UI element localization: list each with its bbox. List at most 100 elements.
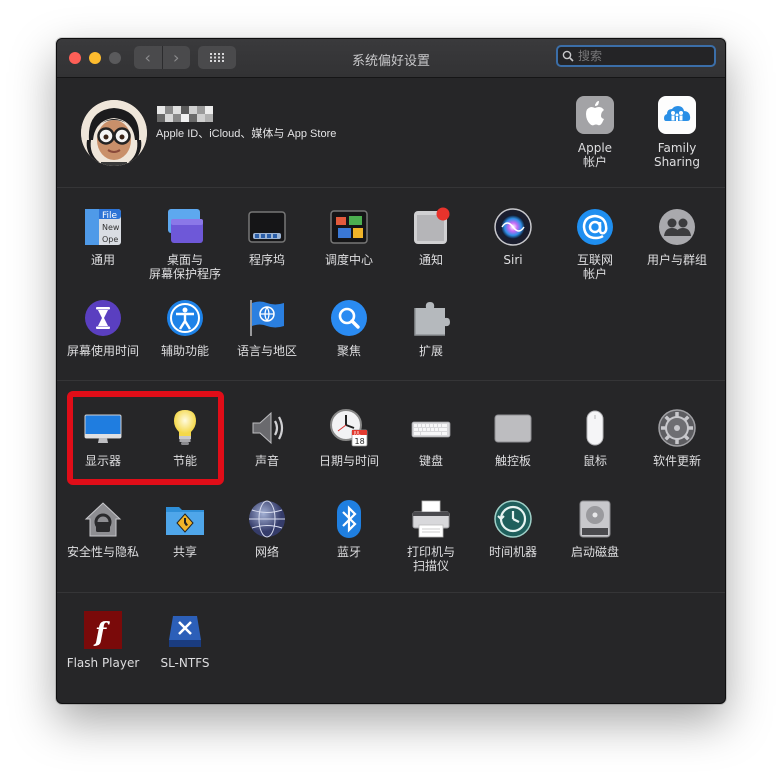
pane-label: 互联网 帐户	[576, 253, 613, 281]
pane-apple-account[interactable]: Apple 帐户	[554, 95, 636, 169]
account-name-pixelated	[157, 106, 213, 114]
pane-keyboard[interactable]: 键盘	[390, 408, 472, 468]
user-avatar[interactable]	[81, 100, 147, 166]
pane-screen-time[interactable]: 屏幕使用时间	[62, 298, 144, 358]
account-section: Apple ID、iCloud、媒体与 App Store Apple 帐户 F…	[57, 78, 725, 188]
highlight-box-displays-energy	[67, 391, 224, 485]
pane-time-machine[interactable]: 时间机器	[472, 499, 554, 559]
apple-logo-icon	[576, 96, 614, 134]
search-input[interactable]	[576, 48, 708, 64]
family-sharing-icon	[658, 96, 696, 134]
clock-calendar-icon: JUL18	[330, 409, 368, 447]
sharing-folder-icon	[166, 507, 204, 535]
pane-label: 声音	[254, 454, 279, 468]
house-lock-icon	[84, 502, 122, 537]
pane-mouse[interactable]: 鼠标	[554, 408, 636, 468]
system-preferences-window: ‹ › 系统偏好设置 搜索 Apple ID、iCloud、媒体与 App St…	[56, 38, 726, 704]
pane-desktop-screensaver[interactable]: 桌面与 屏幕保护程序	[144, 207, 226, 281]
pane-label: 用户与群组	[646, 253, 707, 267]
chevron-right-icon: ›	[173, 48, 180, 67]
search-icon	[562, 50, 574, 62]
pane-label: 键盘	[418, 454, 443, 468]
back-forward-control: ‹ ›	[134, 46, 190, 69]
general-icon: File New Ope	[85, 209, 121, 245]
pane-language-region[interactable]: 语言与地区	[226, 298, 308, 358]
pane-label: 屏幕使用时间	[66, 344, 139, 358]
general-icon-open-text: Ope	[102, 235, 118, 244]
title-bar: ‹ › 系统偏好设置	[57, 39, 725, 78]
pane-label: 蓝牙	[336, 545, 361, 559]
account-name-pixelated-row	[157, 114, 213, 122]
memoji-avatar-icon	[81, 100, 147, 166]
pane-bluetooth[interactable]: 蓝牙	[308, 499, 390, 559]
pane-label: 启动磁盘	[570, 545, 619, 559]
pane-label: 调度中心	[324, 253, 373, 267]
pane-label: Siri	[503, 253, 523, 267]
other-section: f Flash Player SL-NTFS	[57, 593, 725, 703]
pane-users-groups[interactable]: 用户与群组	[636, 207, 718, 267]
sl-ntfs-drive-icon	[169, 616, 201, 647]
pane-internet-accounts[interactable]: 互联网 帐户	[554, 207, 636, 281]
mission-control-icon	[330, 210, 368, 244]
pane-family-sharing[interactable]: Family Sharing	[636, 95, 718, 169]
pane-label: 共享	[172, 545, 197, 559]
pane-label: 扩展	[418, 344, 443, 358]
zoom-window-button[interactable]	[109, 52, 121, 64]
pane-sharing[interactable]: 共享	[144, 499, 226, 559]
forward-button[interactable]: ›	[161, 46, 191, 69]
pane-mission-control[interactable]: 调度中心	[308, 207, 390, 267]
pane-flash-player[interactable]: f Flash Player	[62, 610, 144, 670]
pane-label: 网络	[254, 545, 279, 559]
bluetooth-icon	[337, 500, 361, 538]
desktop-screensaver-icon	[168, 209, 203, 243]
pane-accessibility[interactable]: 辅助功能	[144, 298, 226, 358]
pane-network[interactable]: 网络	[226, 499, 308, 559]
pane-software-update[interactable]: 软件更新	[636, 408, 718, 468]
hourglass-icon	[85, 300, 121, 336]
at-sign-icon	[577, 209, 613, 245]
calendar-month-text: JUL	[353, 431, 361, 436]
dock-icon	[248, 211, 286, 243]
pane-label: 聚焦	[336, 344, 361, 358]
hard-drive-icon	[579, 500, 611, 538]
pane-label: 通知	[418, 253, 443, 267]
pane-label: 打印机与 扫描仪	[406, 545, 455, 573]
pane-label: 软件更新	[652, 454, 701, 468]
pane-extensions[interactable]: 扩展	[390, 298, 472, 358]
pane-siri[interactable]: Siri	[472, 207, 554, 267]
pane-label: Family Sharing	[653, 141, 701, 169]
pane-trackpad[interactable]: 触控板	[472, 408, 554, 468]
show-all-button[interactable]	[198, 46, 236, 69]
personal-section: File New Ope 通用 桌面与 屏幕保护程序 程序坞 调度中心 通知 S…	[57, 188, 725, 381]
time-machine-icon	[494, 500, 532, 538]
pane-sound[interactable]: 声音	[226, 408, 308, 468]
pane-label: 触控板	[494, 454, 531, 468]
speaker-icon	[252, 411, 284, 445]
close-window-button[interactable]	[69, 52, 81, 64]
globe-flag-icon	[250, 300, 284, 336]
puzzle-piece-icon	[414, 302, 450, 336]
pane-date-time[interactable]: JUL 18 日期与时间	[308, 408, 390, 468]
search-field[interactable]	[556, 45, 716, 67]
chevron-left-icon: ‹	[144, 48, 151, 67]
keyboard-icon	[411, 421, 451, 438]
minimize-window-button[interactable]	[89, 52, 101, 64]
pane-dock[interactable]: 程序坞	[226, 207, 308, 267]
pane-sl-ntfs[interactable]: SL-NTFS	[144, 610, 226, 670]
siri-icon	[494, 208, 532, 246]
calendar-day-text: 18	[355, 437, 365, 446]
pane-startup-disk[interactable]: 启动磁盘	[554, 499, 636, 559]
pane-printers-scanners[interactable]: 打印机与 扫描仪	[390, 499, 472, 573]
pane-label: 语言与地区	[236, 344, 297, 358]
general-icon-new-text: New	[102, 223, 120, 232]
printer-icon	[412, 500, 450, 538]
pane-label: 辅助功能	[160, 344, 209, 358]
pane-notifications[interactable]: 通知	[390, 207, 472, 267]
pane-spotlight[interactable]: 聚焦	[308, 298, 390, 358]
pane-label: 安全性与隐私	[66, 545, 139, 559]
pane-security-privacy[interactable]: 安全性与隐私	[62, 499, 144, 559]
pane-label: 程序坞	[248, 253, 285, 267]
pane-general[interactable]: File New Ope 通用	[62, 207, 144, 267]
back-button[interactable]: ‹	[134, 46, 162, 69]
account-description: Apple ID、iCloud、媒体与 App Store	[156, 128, 337, 140]
